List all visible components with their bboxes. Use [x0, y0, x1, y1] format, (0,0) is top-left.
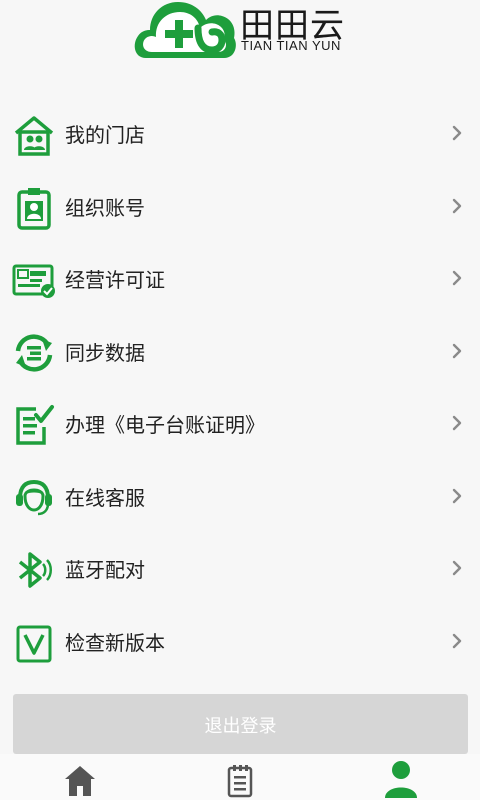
- bottom-tab-bar: [0, 754, 480, 800]
- chevron-right-icon: [452, 488, 462, 503]
- cloud-plus-logo-icon: [134, 2, 236, 58]
- menu-item-label: 同步数据: [65, 340, 145, 365]
- version-icon: [16, 625, 52, 662]
- menu-item-label: 我的门店: [65, 123, 145, 147]
- store-icon: [14, 116, 54, 156]
- chevron-right-icon: [452, 270, 462, 286]
- bluetooth-icon: [18, 552, 52, 588]
- menu-item-bluetooth-pairing[interactable]: 蓝牙配对: [0, 534, 480, 607]
- tab-home[interactable]: [0, 754, 160, 800]
- chevron-right-icon: [452, 415, 462, 431]
- document-check-icon: [16, 405, 54, 445]
- app-header: 田田云 TIAN TIAN YUN: [0, 0, 480, 62]
- menu-item-label: 经营许可证: [65, 268, 165, 292]
- headset-icon: [16, 479, 52, 515]
- menu-item-label: 在线客服: [65, 485, 145, 510]
- id-badge-icon: [17, 187, 51, 230]
- menu-item-label: 办理《电子台账证明》: [65, 413, 265, 437]
- brand-name-en: TIAN TIAN YUN: [241, 38, 341, 53]
- menu-item-business-license[interactable]: 经营许可证: [0, 244, 480, 317]
- menu-item-e-ledger-certificate[interactable]: 办理《电子台账证明》: [0, 389, 480, 462]
- menu-item-sync-data[interactable]: 同步数据: [0, 317, 480, 390]
- logout-label: 退出登录: [204, 716, 277, 737]
- tab-records[interactable]: [160, 754, 320, 800]
- menu-item-label: 组织账号: [65, 195, 145, 220]
- menu-item-check-version[interactable]: 检查新版本: [0, 607, 480, 680]
- settings-menu: 我的门店 组织账号 经营许可证 同步数据 办理《电子台账证明》 在线客服 蓝牙配…: [0, 99, 480, 679]
- chevron-right-icon: [452, 125, 462, 141]
- notepad-icon: [227, 765, 253, 798]
- chevron-right-icon: [452, 198, 462, 213]
- menu-item-org-account[interactable]: 组织账号: [0, 172, 480, 245]
- menu-item-label: 检查新版本: [65, 630, 165, 655]
- sync-icon: [15, 333, 53, 372]
- home-icon: [65, 766, 95, 796]
- menu-item-my-store[interactable]: 我的门店: [0, 99, 480, 172]
- chevron-right-icon: [452, 343, 462, 358]
- menu-item-label: 蓝牙配对: [65, 558, 145, 582]
- logout-button[interactable]: 退出登录: [13, 694, 468, 754]
- tab-profile[interactable]: [320, 754, 480, 800]
- user-icon: [385, 761, 417, 798]
- chevron-right-icon: [452, 560, 462, 576]
- chevron-right-icon: [452, 633, 462, 648]
- license-icon: [12, 264, 55, 298]
- menu-item-online-support[interactable]: 在线客服: [0, 462, 480, 535]
